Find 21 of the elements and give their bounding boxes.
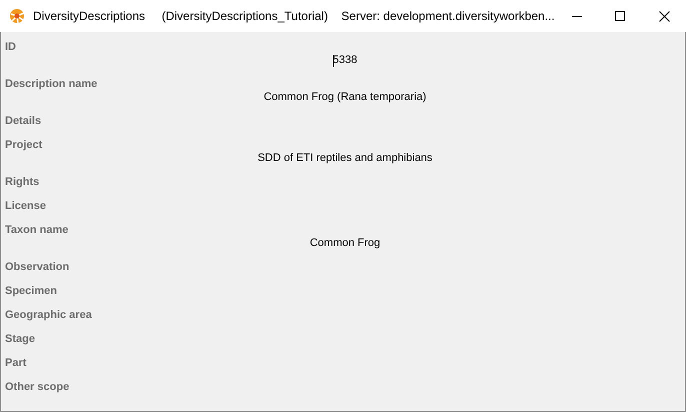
field-label: Description name: [5, 77, 98, 91]
field-label: Taxon name: [5, 223, 68, 237]
field-value[interactable]: Common Frog: [310, 237, 380, 250]
field-label: Observation: [5, 260, 70, 274]
field-label: Project: [5, 138, 42, 152]
field-value[interactable]: 5338: [332, 54, 358, 67]
field-label: Geographic area: [5, 308, 92, 322]
field-label: Details: [5, 114, 42, 128]
field-label: Stage: [5, 332, 35, 346]
close-icon: [658, 10, 670, 22]
field-value[interactable]: Common Frog (Rana temporaria): [264, 91, 426, 104]
field-label: Other scope: [5, 380, 70, 394]
app-logo-icon: [9, 8, 25, 24]
field-label: License: [5, 199, 46, 213]
field-label: Specimen: [5, 284, 57, 298]
window-title: DiversityDescriptions (DiversityDescriptions_Tutorial) Server: development.diversityworkben...: [33, 9, 555, 23]
field-label: ID: [5, 40, 16, 54]
field-value[interactable]: SDD of ETI reptiles and amphibians: [258, 152, 432, 165]
maximize-icon: [615, 11, 626, 21]
field-label: Part: [5, 356, 26, 370]
field-label: Rights: [5, 175, 40, 189]
